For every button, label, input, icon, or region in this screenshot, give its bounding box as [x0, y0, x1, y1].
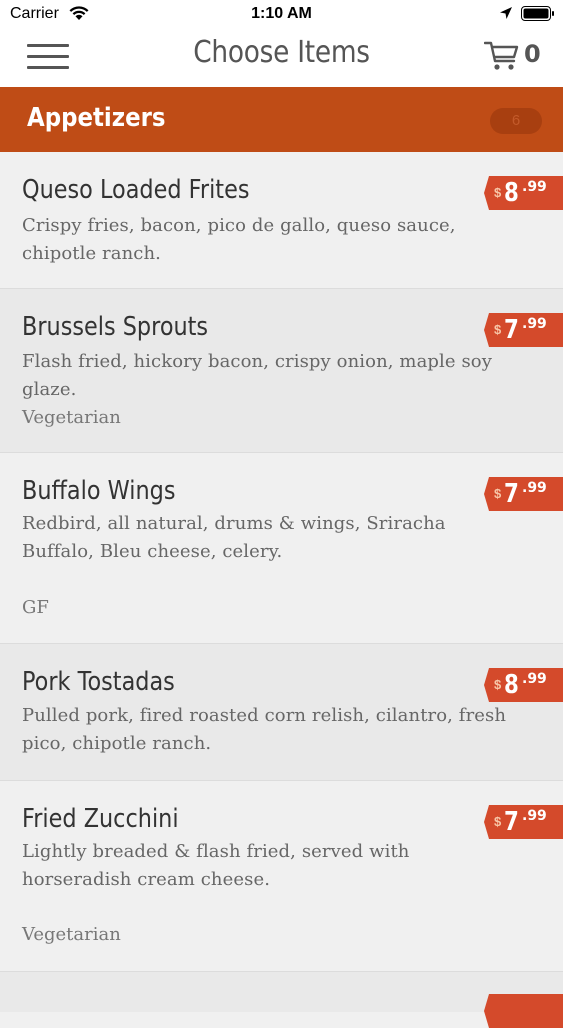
price-currency: $: [494, 185, 502, 200]
price-tag: $ 8 .99: [484, 668, 563, 702]
status-bar: Carrier 1:10 AM: [0, 0, 563, 30]
menu-item[interactable]: Pork Tostadas Pulled pork, fired roasted…: [0, 644, 563, 781]
price-currency: $: [494, 486, 502, 501]
price-whole: 7: [504, 479, 519, 509]
cart-button[interactable]: 0: [484, 38, 544, 74]
category-header-appetizers[interactable]: Appetizers 6: [0, 87, 563, 152]
item-description: Flash fried, hickory bacon, crispy onion…: [22, 351, 492, 400]
menu-item[interactable]: Brussels Sprouts Flash fried, hickory ba…: [0, 289, 563, 453]
price-cents: .99: [522, 316, 547, 332]
price-whole: 8: [504, 670, 519, 700]
item-description: Lightly breaded & flash fried, served wi…: [22, 841, 410, 890]
price-tag: $ 7 .99: [484, 477, 563, 511]
item-diet-tag: Vegetarian: [22, 407, 121, 428]
menu-item[interactable]: Fried Zucchini Lightly breaded & flash f…: [0, 781, 563, 972]
price-currency: $: [494, 322, 502, 337]
status-time: 1:10 AM: [251, 5, 312, 22]
menu-item-partial[interactable]: [0, 972, 563, 1028]
price-currency: $: [494, 677, 502, 692]
price-cents: .99: [522, 179, 547, 195]
item-name: Fried Zucchini: [22, 804, 179, 834]
menu-item[interactable]: Queso Loaded Frites Crispy fries, bacon,…: [0, 152, 563, 289]
price-tag: $ 7 .99: [484, 805, 563, 839]
price-whole: 8: [504, 178, 519, 208]
item-diet-tag: Vegetarian: [22, 924, 121, 945]
item-description: Redbird, all natural, drums & wings, Sri…: [22, 513, 446, 562]
item-name: Brussels Sprouts: [22, 312, 209, 342]
page-title: Choose Items: [193, 35, 370, 70]
price-whole: 7: [504, 315, 519, 345]
price-cents: .99: [522, 808, 547, 824]
menu-item-list: Queso Loaded Frites Crispy fries, bacon,…: [0, 152, 563, 1028]
item-description: Crispy fries, bacon, pico de gallo, ques…: [22, 215, 456, 264]
item-description: Pulled pork, fired roasted corn relish, …: [22, 705, 507, 754]
price-whole: 7: [504, 807, 519, 837]
category-count-badge: 6: [490, 108, 542, 134]
price-cents: .99: [522, 480, 547, 496]
price-tag-partial: [484, 994, 563, 1028]
item-name: Pork Tostadas: [22, 667, 175, 697]
shopping-cart-icon: [484, 41, 519, 70]
nav-bar: Choose Items 0: [0, 30, 563, 87]
item-name: Buffalo Wings: [22, 476, 176, 506]
category-title: Appetizers: [27, 103, 166, 133]
item-diet-tag: GF: [22, 597, 49, 618]
price-cents: .99: [522, 671, 547, 687]
battery-icon: [521, 6, 554, 21]
price-tag: $ 7 .99: [484, 313, 563, 347]
price-tag: $ 8 .99: [484, 176, 563, 210]
item-name: Queso Loaded Frites: [22, 175, 250, 205]
cart-count: 0: [524, 40, 541, 68]
price-currency: $: [494, 814, 502, 829]
menu-item[interactable]: Buffalo Wings Redbird, all natural, drum…: [0, 453, 563, 644]
location-arrow-icon: [500, 7, 512, 19]
